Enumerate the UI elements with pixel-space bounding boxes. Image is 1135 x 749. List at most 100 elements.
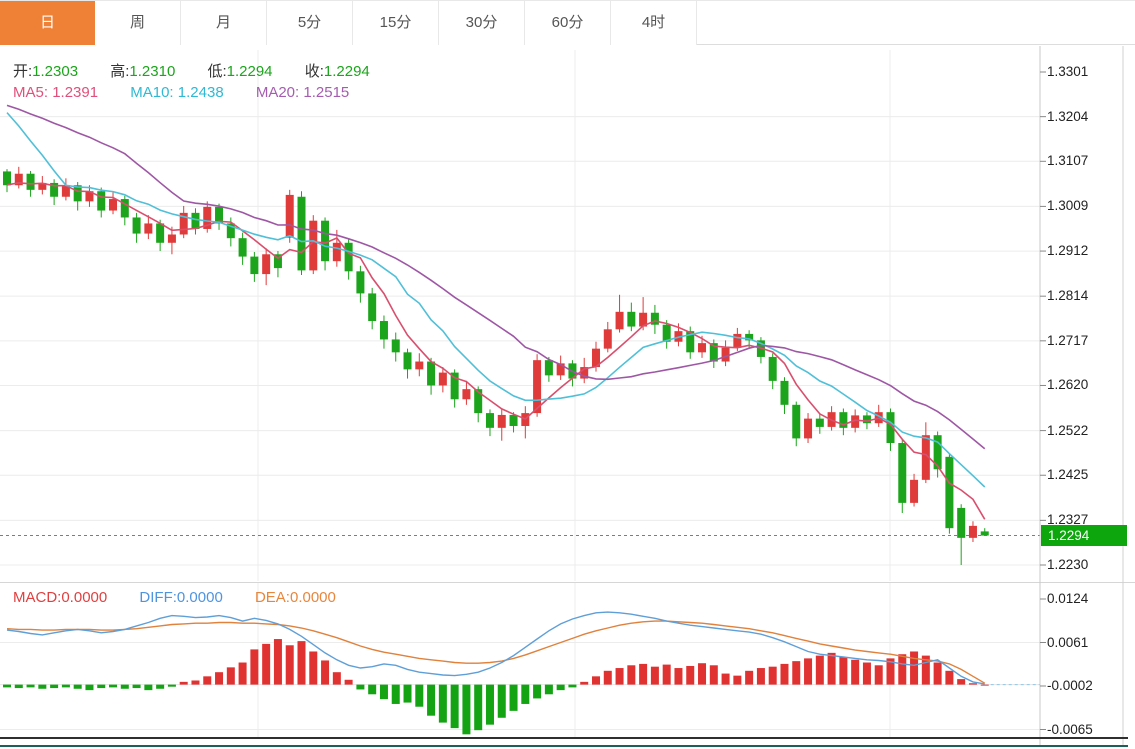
macd-label: MACD:	[13, 589, 61, 606]
macd-hist-bar	[780, 664, 788, 685]
macd-hist-bar	[239, 663, 247, 685]
candle-body	[345, 243, 353, 272]
macd-hist-bar	[62, 685, 70, 688]
macd-hist-bar	[97, 685, 105, 688]
macd-hist-bar	[156, 685, 164, 689]
macd-hist-bar	[356, 685, 364, 690]
macd-hist-bar	[816, 656, 824, 685]
macd-hist-bar	[133, 685, 141, 688]
candle-body	[910, 480, 918, 503]
tab-60min[interactable]: 60分	[525, 1, 611, 45]
candle-body	[415, 362, 423, 370]
tab-5min[interactable]: 5分	[267, 1, 353, 45]
macd-hist-bar	[627, 665, 635, 684]
tab-day[interactable]: 日	[0, 1, 95, 45]
macd-hist-bar	[298, 641, 306, 685]
candle-body	[97, 191, 105, 210]
price-tick-label: 1.3107	[1047, 153, 1088, 168]
macd-hist-bar	[15, 685, 23, 688]
price-tick-label: 1.2717	[1047, 333, 1088, 348]
candle-body	[451, 373, 459, 400]
ma5-line	[7, 183, 985, 520]
macd-hist-bar	[898, 654, 906, 684]
candle-body	[239, 238, 247, 256]
close-label: 收:	[305, 63, 324, 80]
candle-body	[627, 312, 635, 327]
macd-hist-bar	[309, 651, 317, 684]
price-tick-label: 1.2912	[1047, 243, 1088, 258]
macd-hist-bar	[533, 685, 541, 699]
ma-row: MA5: 1.2391 MA10: 1.2438 MA20: 1.2515	[13, 84, 377, 101]
macd-tick-label: -0.0065	[1047, 722, 1093, 737]
low-value: 1.2294	[227, 63, 273, 80]
macd-hist-bar	[321, 660, 329, 684]
macd-hist-bar	[580, 682, 588, 685]
macd-hist-bar	[639, 664, 647, 685]
candle-body	[321, 221, 329, 262]
macd-tick-label: 0.0061	[1047, 635, 1088, 650]
macd-hist-bar	[733, 676, 741, 685]
candle-body	[298, 197, 306, 271]
macd-hist-bar	[380, 685, 388, 700]
macd-hist-bar	[851, 660, 859, 685]
chart-window: 日 周 月 5分 15分 30分 60分 4时 开:1.2303 高:1.231…	[0, 0, 1135, 749]
candle-body	[733, 334, 741, 348]
price-tick-label: 1.3204	[1047, 109, 1088, 124]
macd-hist-bar	[427, 685, 435, 716]
macd-hist-bar	[863, 663, 871, 685]
macd-hist-bar	[250, 649, 258, 684]
candle-body	[427, 362, 435, 386]
macd-hist-bar	[50, 685, 58, 688]
macd-hist-bar	[203, 676, 211, 684]
candle-body	[486, 413, 494, 428]
candle-body	[286, 195, 294, 238]
tab-15min[interactable]: 15分	[353, 1, 439, 45]
macd-hist-bar	[38, 685, 46, 689]
macd-hist-bar	[651, 667, 659, 685]
candle-body	[816, 419, 824, 427]
candle-body	[144, 223, 152, 233]
macd-hist-bar	[109, 685, 117, 688]
open-label: 开:	[13, 63, 32, 80]
candle-body	[898, 443, 906, 503]
macd-tick-label: -0.0002	[1047, 678, 1093, 693]
macd-hist-bar	[545, 685, 553, 695]
macd-hist-bar	[274, 639, 282, 685]
high-value: 1.2310	[129, 63, 175, 80]
tab-4hour[interactable]: 4时	[611, 1, 697, 45]
macd-hist-bar	[191, 680, 199, 684]
candle-body	[262, 254, 270, 274]
macd-hist-bar	[85, 685, 93, 691]
price-tick-label: 1.3009	[1047, 198, 1088, 213]
low-label: 低:	[207, 63, 226, 80]
macd-hist-bar	[957, 679, 965, 685]
candle-body	[792, 405, 800, 439]
current-price-badge: 1.2294	[1041, 525, 1127, 546]
macd-hist-bar	[27, 685, 35, 688]
tab-week[interactable]: 周	[95, 1, 181, 45]
macd-hist-bar	[757, 668, 765, 685]
candle-body	[109, 199, 117, 211]
price-tick-label: 1.2522	[1047, 423, 1088, 438]
macd-row: MACD:0.0000 DIFF:0.0000 DEA:0.0000	[13, 589, 364, 606]
candle-body	[404, 352, 412, 369]
macd-hist-bar	[769, 667, 777, 685]
candle-body	[333, 243, 341, 261]
macd-hist-bar	[792, 661, 800, 684]
candle-body	[133, 217, 141, 233]
candle-body	[27, 174, 35, 190]
candle-body	[498, 415, 506, 428]
price-tick-label: 1.3301	[1047, 64, 1088, 79]
macd-hist-bar	[415, 685, 423, 707]
macd-hist-bar	[698, 663, 706, 684]
candle-body	[780, 381, 788, 405]
high-label: 高:	[110, 63, 129, 80]
candle-body	[250, 257, 258, 274]
ma5-label: MA5:	[13, 84, 48, 101]
candle-body	[804, 419, 812, 439]
candle-body	[191, 213, 199, 229]
tab-30min[interactable]: 30分	[439, 1, 525, 45]
tab-month[interactable]: 月	[181, 1, 267, 45]
macd-hist-bar	[392, 685, 400, 704]
macd-hist-bar	[510, 685, 518, 711]
